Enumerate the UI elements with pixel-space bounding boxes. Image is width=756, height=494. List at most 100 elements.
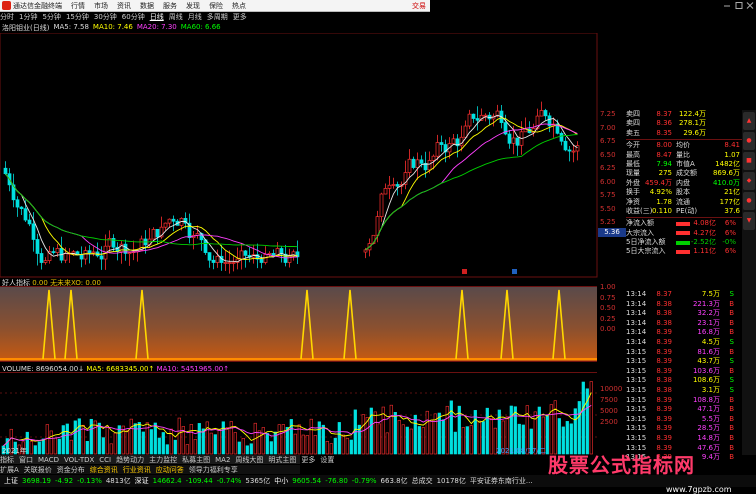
tick-time: 13:15 — [626, 347, 647, 356]
extension-tab[interactable]: 关联报价 — [24, 465, 52, 475]
ask-volume: 278.1万 — [678, 119, 706, 128]
tick-list[interactable]: 13:14 8.37 7.5万 S 13:14 8.38 221.3万 B 13:14 8.38 3… — [626, 290, 742, 463]
candle-body — [539, 110, 544, 117]
flow-value: 1.11亿 — [693, 247, 716, 256]
volume-bar — [201, 428, 205, 455]
candle-body — [419, 159, 424, 164]
menu-item-hot[interactable]: 热点 — [232, 1, 246, 11]
extension-tab[interactable]: 扩展A — [0, 465, 19, 475]
maximize-icon[interactable] — [735, 2, 743, 9]
volume-bar — [213, 434, 217, 455]
sidebar-button[interactable]: ● — [743, 192, 755, 210]
tick-row: 13:15 8.38 108.6万 S — [626, 376, 742, 386]
period-tab[interactable]: 更多 — [233, 12, 247, 22]
tick-row: 13:15 8.39 47.1万 B — [626, 405, 742, 415]
volume-bar — [49, 430, 53, 455]
extension-tab[interactable]: 应动问答 — [156, 465, 184, 475]
menu-item-insurance[interactable]: 保险 — [209, 1, 223, 11]
volume-bar — [185, 444, 189, 455]
candle-body — [55, 248, 60, 253]
volume-bar — [289, 419, 293, 455]
tick-price: 8.38 — [656, 309, 672, 318]
axis-tick-label: 5000 — [600, 407, 618, 415]
volume-bar — [245, 445, 249, 455]
period-tab[interactable]: 分时 — [0, 12, 14, 22]
indicator-tab[interactable]: 设置 — [320, 455, 334, 465]
indicator-tab[interactable]: 主力监控 — [149, 455, 177, 465]
candle-body — [463, 125, 468, 138]
indicator-tab[interactable]: MA2 — [215, 456, 230, 464]
menu-item-service[interactable]: 服务 — [163, 1, 177, 11]
volume-bar — [257, 430, 261, 455]
candle-body — [259, 258, 264, 263]
ask-volume: 122.4万 — [678, 110, 706, 118]
volume-bar — [121, 425, 125, 455]
tick-side: B — [729, 318, 734, 327]
menu-item-market[interactable]: 市场 — [94, 1, 108, 11]
sh-index-label[interactable]: 上证 — [4, 476, 18, 486]
tick-side: B — [729, 299, 734, 308]
indicator-tab[interactable]: 指标 — [0, 455, 14, 465]
sz-index-label[interactable]: 深证 — [135, 476, 149, 486]
zx-index-label[interactable]: 中小 — [274, 476, 288, 486]
period-tab[interactable]: 多周期 — [207, 12, 228, 22]
sidebar-button[interactable]: ● — [743, 132, 755, 150]
axis-tick-label: 7.25 — [600, 110, 616, 118]
indicator-value-2: 无未来XO: 0.00 — [50, 279, 101, 287]
stat-value: 8.41 — [724, 141, 740, 150]
indicator-tab[interactable]: 明式主图 — [268, 455, 296, 465]
tick-price: 8.38 — [656, 299, 672, 308]
tick-price: 8.39 — [656, 405, 672, 414]
indicator-tab[interactable]: 趋势动力 — [116, 455, 144, 465]
period-tab[interactable]: 15分钟 — [66, 12, 89, 22]
period-tab[interactable]: 30分钟 — [94, 12, 117, 22]
chart-area[interactable] — [0, 33, 598, 455]
extension-tab[interactable]: 行业资讯 — [123, 465, 151, 475]
extension-tab[interactable]: 资金分布 — [57, 465, 85, 475]
volume-bar — [233, 432, 237, 455]
sidebar-button[interactable]: ▼ — [743, 212, 755, 230]
menu-item-news[interactable]: 资讯 — [117, 1, 131, 11]
indicator-tab[interactable]: 周线大图 — [235, 455, 263, 465]
extension-tab[interactable]: 领导力福利专享 — [189, 465, 238, 475]
indicator-tab-bar: 指标 窗口 MACD VOL-TDX CCI 趋势动力 主力监控 私募主图 MA2 周线大图 明式主… — [0, 455, 334, 465]
trade-button[interactable]: 交易 — [412, 1, 426, 11]
news-ticker[interactable]: 平安证券东南行业... — [470, 476, 533, 486]
volume-bar — [269, 441, 273, 455]
sidebar-button[interactable]: ▲ — [743, 112, 755, 130]
volume-bar — [449, 400, 453, 455]
indicator-tab[interactable]: 更多 — [301, 455, 315, 465]
sidebar-button[interactable]: ■ — [743, 152, 755, 170]
volume-bar — [317, 421, 321, 455]
indicator-tab[interactable]: MACD — [38, 456, 59, 464]
period-tab[interactable]: 60分钟 — [122, 12, 145, 22]
indicator-tab[interactable]: 窗口 — [19, 455, 33, 465]
flow-label: 净流入额 — [626, 219, 654, 228]
stat-label: 收益(三) — [626, 206, 653, 215]
price-panel[interactable] — [0, 33, 598, 278]
stats-row: 现量 275 成交额 869.6万 — [626, 169, 744, 178]
volume-bar — [225, 427, 229, 455]
indicator-tab[interactable]: 私募主图 — [182, 455, 210, 465]
indicator-tab[interactable]: VOL-TDX — [64, 456, 94, 464]
stat-label: 最高 — [626, 150, 640, 159]
menu-item-discover[interactable]: 发现 — [186, 1, 200, 11]
close-icon[interactable] — [746, 2, 754, 9]
extension-tab[interactable]: 综合资讯 — [90, 465, 118, 475]
menu-item-data[interactable]: 数据 — [140, 1, 154, 11]
ma60-value: MA60: 6.66 — [180, 23, 221, 31]
sidebar-button[interactable]: ◆ — [743, 172, 755, 190]
period-tab[interactable]: 1分钟 — [19, 12, 37, 22]
volume-bar — [265, 433, 269, 455]
period-tab[interactable]: 周线 — [169, 12, 183, 22]
candle-body — [431, 155, 436, 161]
volume-bar — [489, 418, 493, 455]
period-tab[interactable]: 日线 — [150, 12, 164, 22]
volume-bar — [85, 440, 89, 455]
menu-item-quotes[interactable]: 行情 — [71, 1, 85, 11]
volume-value: VOLUME: 8696054.00↓ — [2, 365, 85, 373]
period-tab[interactable]: 月线 — [188, 12, 202, 22]
indicator-tab[interactable]: CCI — [99, 456, 111, 464]
period-tab[interactable]: 5分钟 — [42, 12, 60, 22]
sh-index-amount: 4813亿 — [105, 477, 131, 485]
